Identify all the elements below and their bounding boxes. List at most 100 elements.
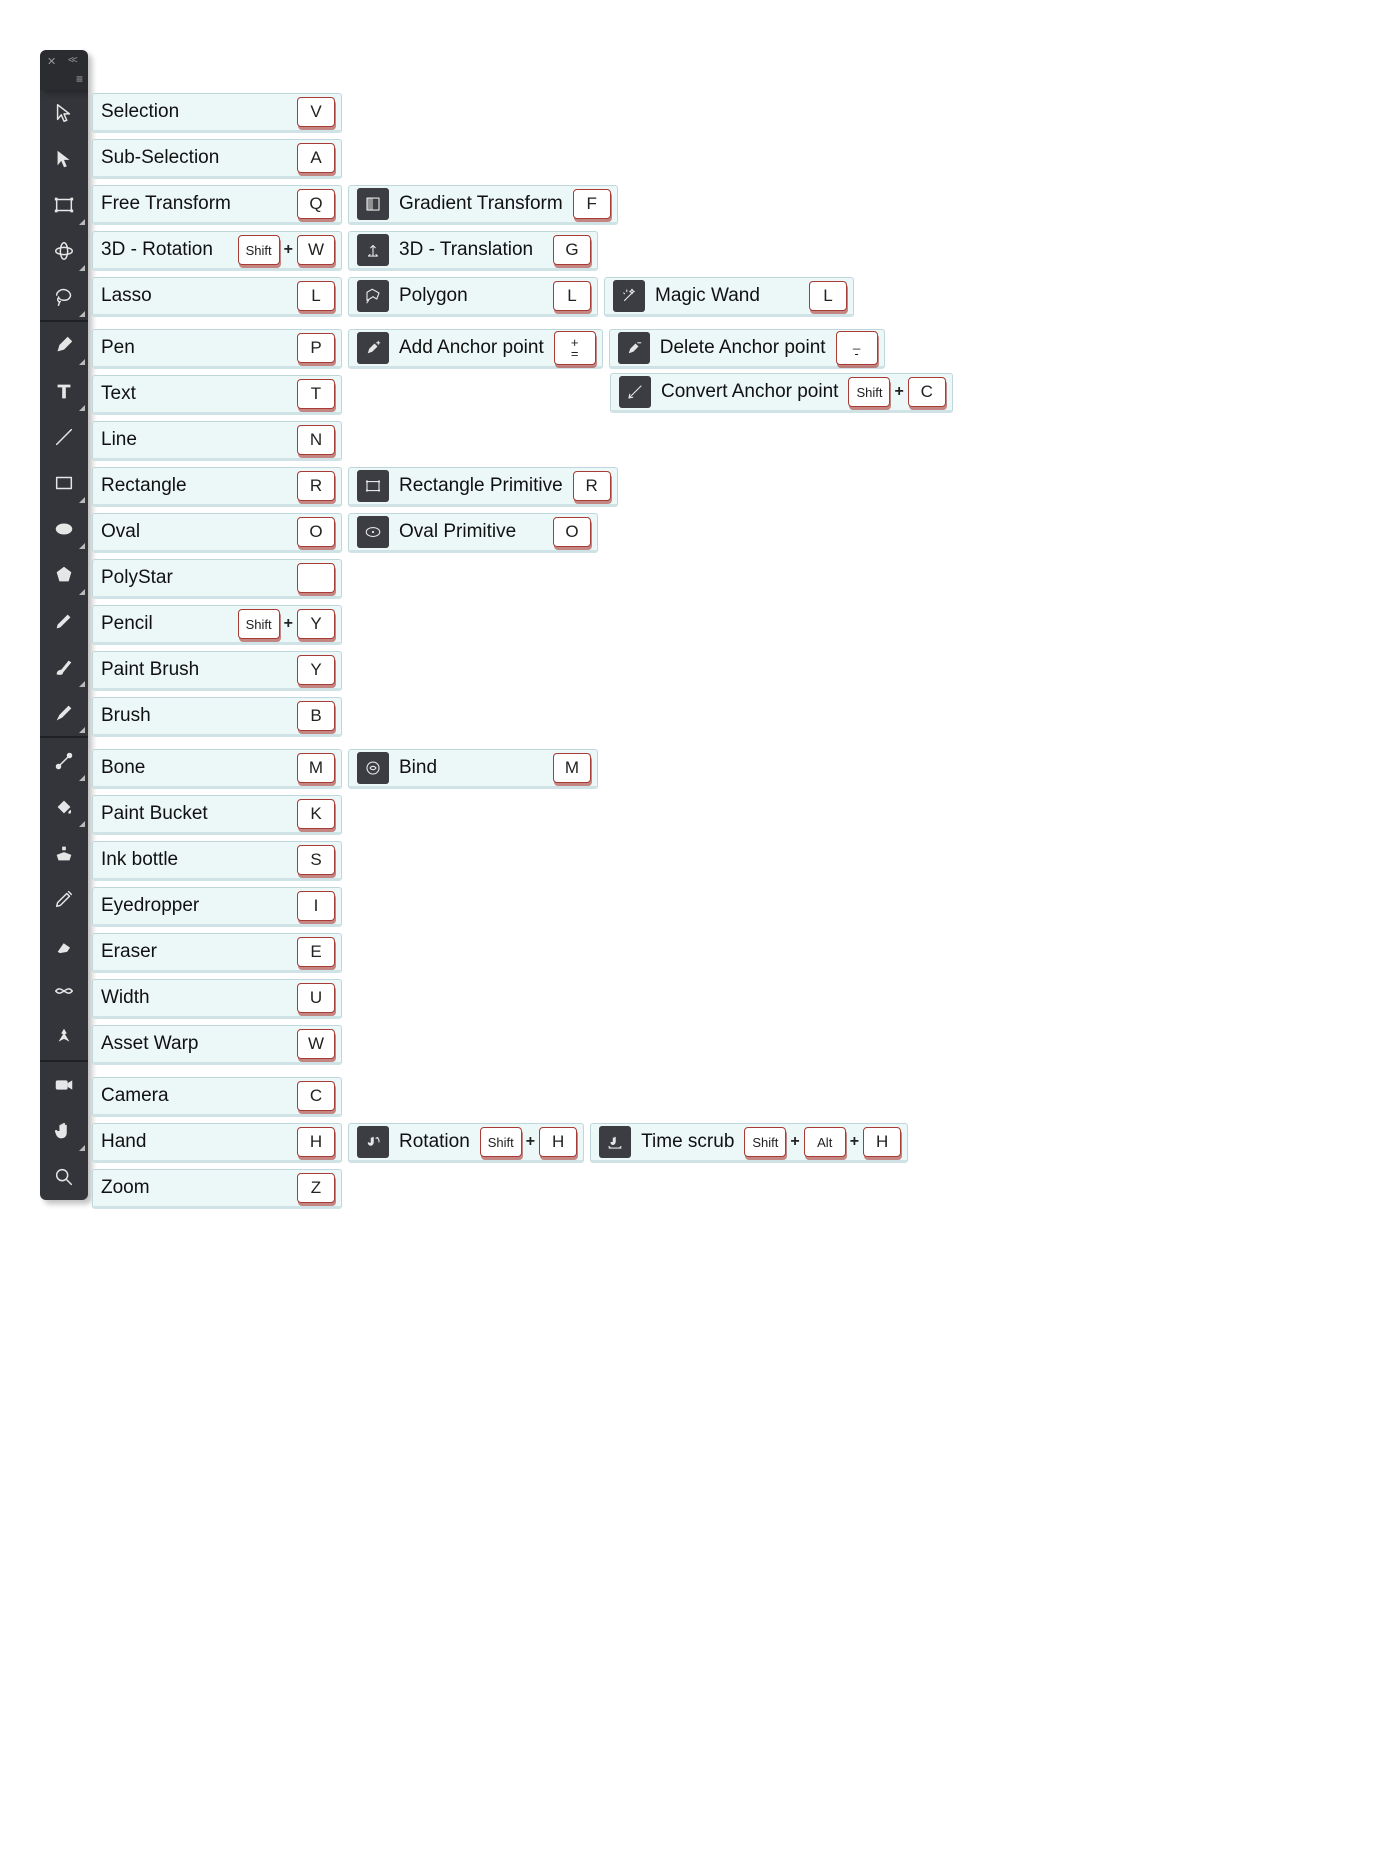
tool-row-free-transform: Free TransformQGradient TransformF — [92, 185, 618, 225]
alt-tool-time-scrub[interactable]: Time scrubShift+Alt+H — [590, 1123, 908, 1163]
tool-row-eraser: EraserE — [92, 933, 342, 973]
tool-label-line[interactable]: LineN — [92, 421, 342, 461]
panel-menu-icon[interactable]: ≡ — [76, 72, 83, 86]
tool-name: Magic Wand — [655, 285, 799, 307]
tool-camera[interactable] — [40, 1062, 88, 1108]
collapse-icon[interactable]: << — [68, 55, 76, 66]
alt-tool-polygon[interactable]: PolygonL — [348, 277, 598, 317]
panel-titlebar[interactable]: ✕ << ≡ — [40, 50, 88, 90]
tool-text[interactable] — [40, 368, 88, 414]
tool-label-zoom[interactable]: ZoomZ — [92, 1169, 342, 1209]
tool-name: Rotation — [399, 1131, 470, 1153]
tool-oval[interactable] — [40, 506, 88, 552]
tool-lasso[interactable] — [40, 274, 88, 320]
trans3d-icon — [357, 234, 389, 266]
tool-pen[interactable] — [40, 322, 88, 368]
tool-rectangle[interactable] — [40, 460, 88, 506]
tool-label-paint-bucket[interactable]: Paint BucketK — [92, 795, 342, 835]
tool-label-3d-rotation[interactable]: 3D - RotationShift+W — [92, 231, 342, 271]
key-H: H — [297, 1127, 335, 1157]
tool-width[interactable] — [40, 968, 88, 1014]
tool-label-selection[interactable]: SelectionV — [92, 93, 342, 133]
tool-row-polystar: PolyStar — [92, 559, 342, 599]
key-H: H — [863, 1127, 901, 1157]
tool-sub-selection[interactable] — [40, 136, 88, 182]
tool-bone[interactable] — [40, 738, 88, 784]
convert-anchor-icon — [619, 376, 651, 408]
alt-tool-magic-wand[interactable]: Magic Wand L — [604, 277, 854, 317]
key-plus: + — [526, 1133, 535, 1151]
key-P: P — [297, 333, 335, 363]
tool-asset-warp[interactable] — [40, 1014, 88, 1060]
key-Q: Q — [297, 189, 335, 219]
tool-selection[interactable] — [40, 90, 88, 136]
alt-tool-rotation-view[interactable]: RotationShift+H — [348, 1123, 584, 1163]
key-R: R — [297, 471, 335, 501]
key-K: K — [297, 799, 335, 829]
tool-label-rectangle[interactable]: RectangleR — [92, 467, 342, 507]
alt-tool-delete-anchor[interactable]: Delete Anchor point_- — [609, 329, 885, 369]
tool-label-sub-selection[interactable]: Sub-SelectionA — [92, 139, 342, 179]
alt-tool-bind[interactable]: BindM — [348, 749, 598, 789]
tool-name: Delete Anchor point — [660, 337, 826, 359]
oval-prim-icon — [357, 516, 389, 548]
tool-label-ink-bottle[interactable]: Ink bottleS — [92, 841, 342, 881]
tool-polystar[interactable] — [40, 552, 88, 598]
tool-name: Eyedropper — [101, 895, 199, 917]
tool-label-asset-warp[interactable]: Asset WarpW — [92, 1025, 342, 1065]
tool-row-brush: BrushB — [92, 697, 342, 737]
tool-label-pencil[interactable]: PencilShift+Y — [92, 605, 342, 645]
time-scrub-icon — [599, 1126, 631, 1158]
key-L: L — [553, 281, 591, 311]
tool-label-brush[interactable]: BrushB — [92, 697, 342, 737]
key-W: W — [297, 235, 335, 265]
tool-row-bone: BoneMBindM — [92, 749, 598, 789]
tool-label-free-transform[interactable]: Free TransformQ — [92, 185, 342, 225]
key-Shift: Shift — [848, 377, 890, 407]
close-icon[interactable]: ✕ — [47, 55, 56, 68]
tool-paint-bucket[interactable] — [40, 784, 88, 830]
tool-name: Pencil — [101, 613, 153, 635]
tool-label-width[interactable]: WidthU — [92, 979, 342, 1019]
alt-tool-gradient-transform[interactable]: Gradient TransformF — [348, 185, 618, 225]
pen-plus-icon — [357, 332, 389, 364]
tool-pencil[interactable] — [40, 598, 88, 644]
tool-row-text: TextT — [92, 375, 342, 415]
tool-label-camera[interactable]: CameraC — [92, 1077, 342, 1117]
tool-brush[interactable] — [40, 690, 88, 736]
tool-eraser[interactable] — [40, 922, 88, 968]
tool-label-paint-brush[interactable]: Paint BrushY — [92, 651, 342, 691]
tool-label-eyedropper[interactable]: EyedropperI — [92, 887, 342, 927]
alt-tool-add-anchor[interactable]: Add Anchor point+= — [348, 329, 603, 369]
tool-line[interactable] — [40, 414, 88, 460]
tool-row-paint-brush: Paint BrushY — [92, 651, 342, 691]
tool-3d-rotation[interactable] — [40, 228, 88, 274]
key-plus: + — [790, 1133, 799, 1151]
tool-zoom[interactable] — [40, 1154, 88, 1200]
tool-label-hand[interactable]: HandH — [92, 1123, 342, 1163]
alt-tool-convert-anchor[interactable]: Convert Anchor pointShift+C — [610, 373, 953, 413]
tool-ink-bottle[interactable] — [40, 830, 88, 876]
tool-label-text[interactable]: TextT — [92, 375, 342, 415]
tool-hand[interactable] — [40, 1108, 88, 1154]
tool-row-asset-warp: Asset WarpW — [92, 1025, 342, 1065]
tool-label-polystar[interactable]: PolyStar — [92, 559, 342, 599]
key-L: L — [809, 281, 847, 311]
tool-free-transform[interactable] — [40, 182, 88, 228]
alt-tool-rect-prim[interactable]: Rectangle PrimitiveR — [348, 467, 618, 507]
key-L: L — [297, 281, 335, 311]
tool-label-bone[interactable]: BoneM — [92, 749, 342, 789]
tool-label-lasso[interactable]: LassoL — [92, 277, 342, 317]
bind-icon — [357, 752, 389, 784]
tool-label-eraser[interactable]: EraserE — [92, 933, 342, 973]
polygon-lasso-icon — [357, 280, 389, 312]
alt-tool-oval-prim[interactable]: Oval PrimitiveO — [348, 513, 598, 553]
tool-eyedropper[interactable] — [40, 876, 88, 922]
alt-tool-3d-translation[interactable]: 3D - TranslationG — [348, 231, 598, 271]
tool-name: Bind — [399, 757, 543, 779]
key-plus: + — [894, 383, 903, 401]
tool-label-oval[interactable]: OvalO — [92, 513, 342, 553]
key-W: W — [297, 1029, 335, 1059]
tool-label-pen[interactable]: PenP — [92, 329, 342, 369]
tool-paint-brush[interactable] — [40, 644, 88, 690]
